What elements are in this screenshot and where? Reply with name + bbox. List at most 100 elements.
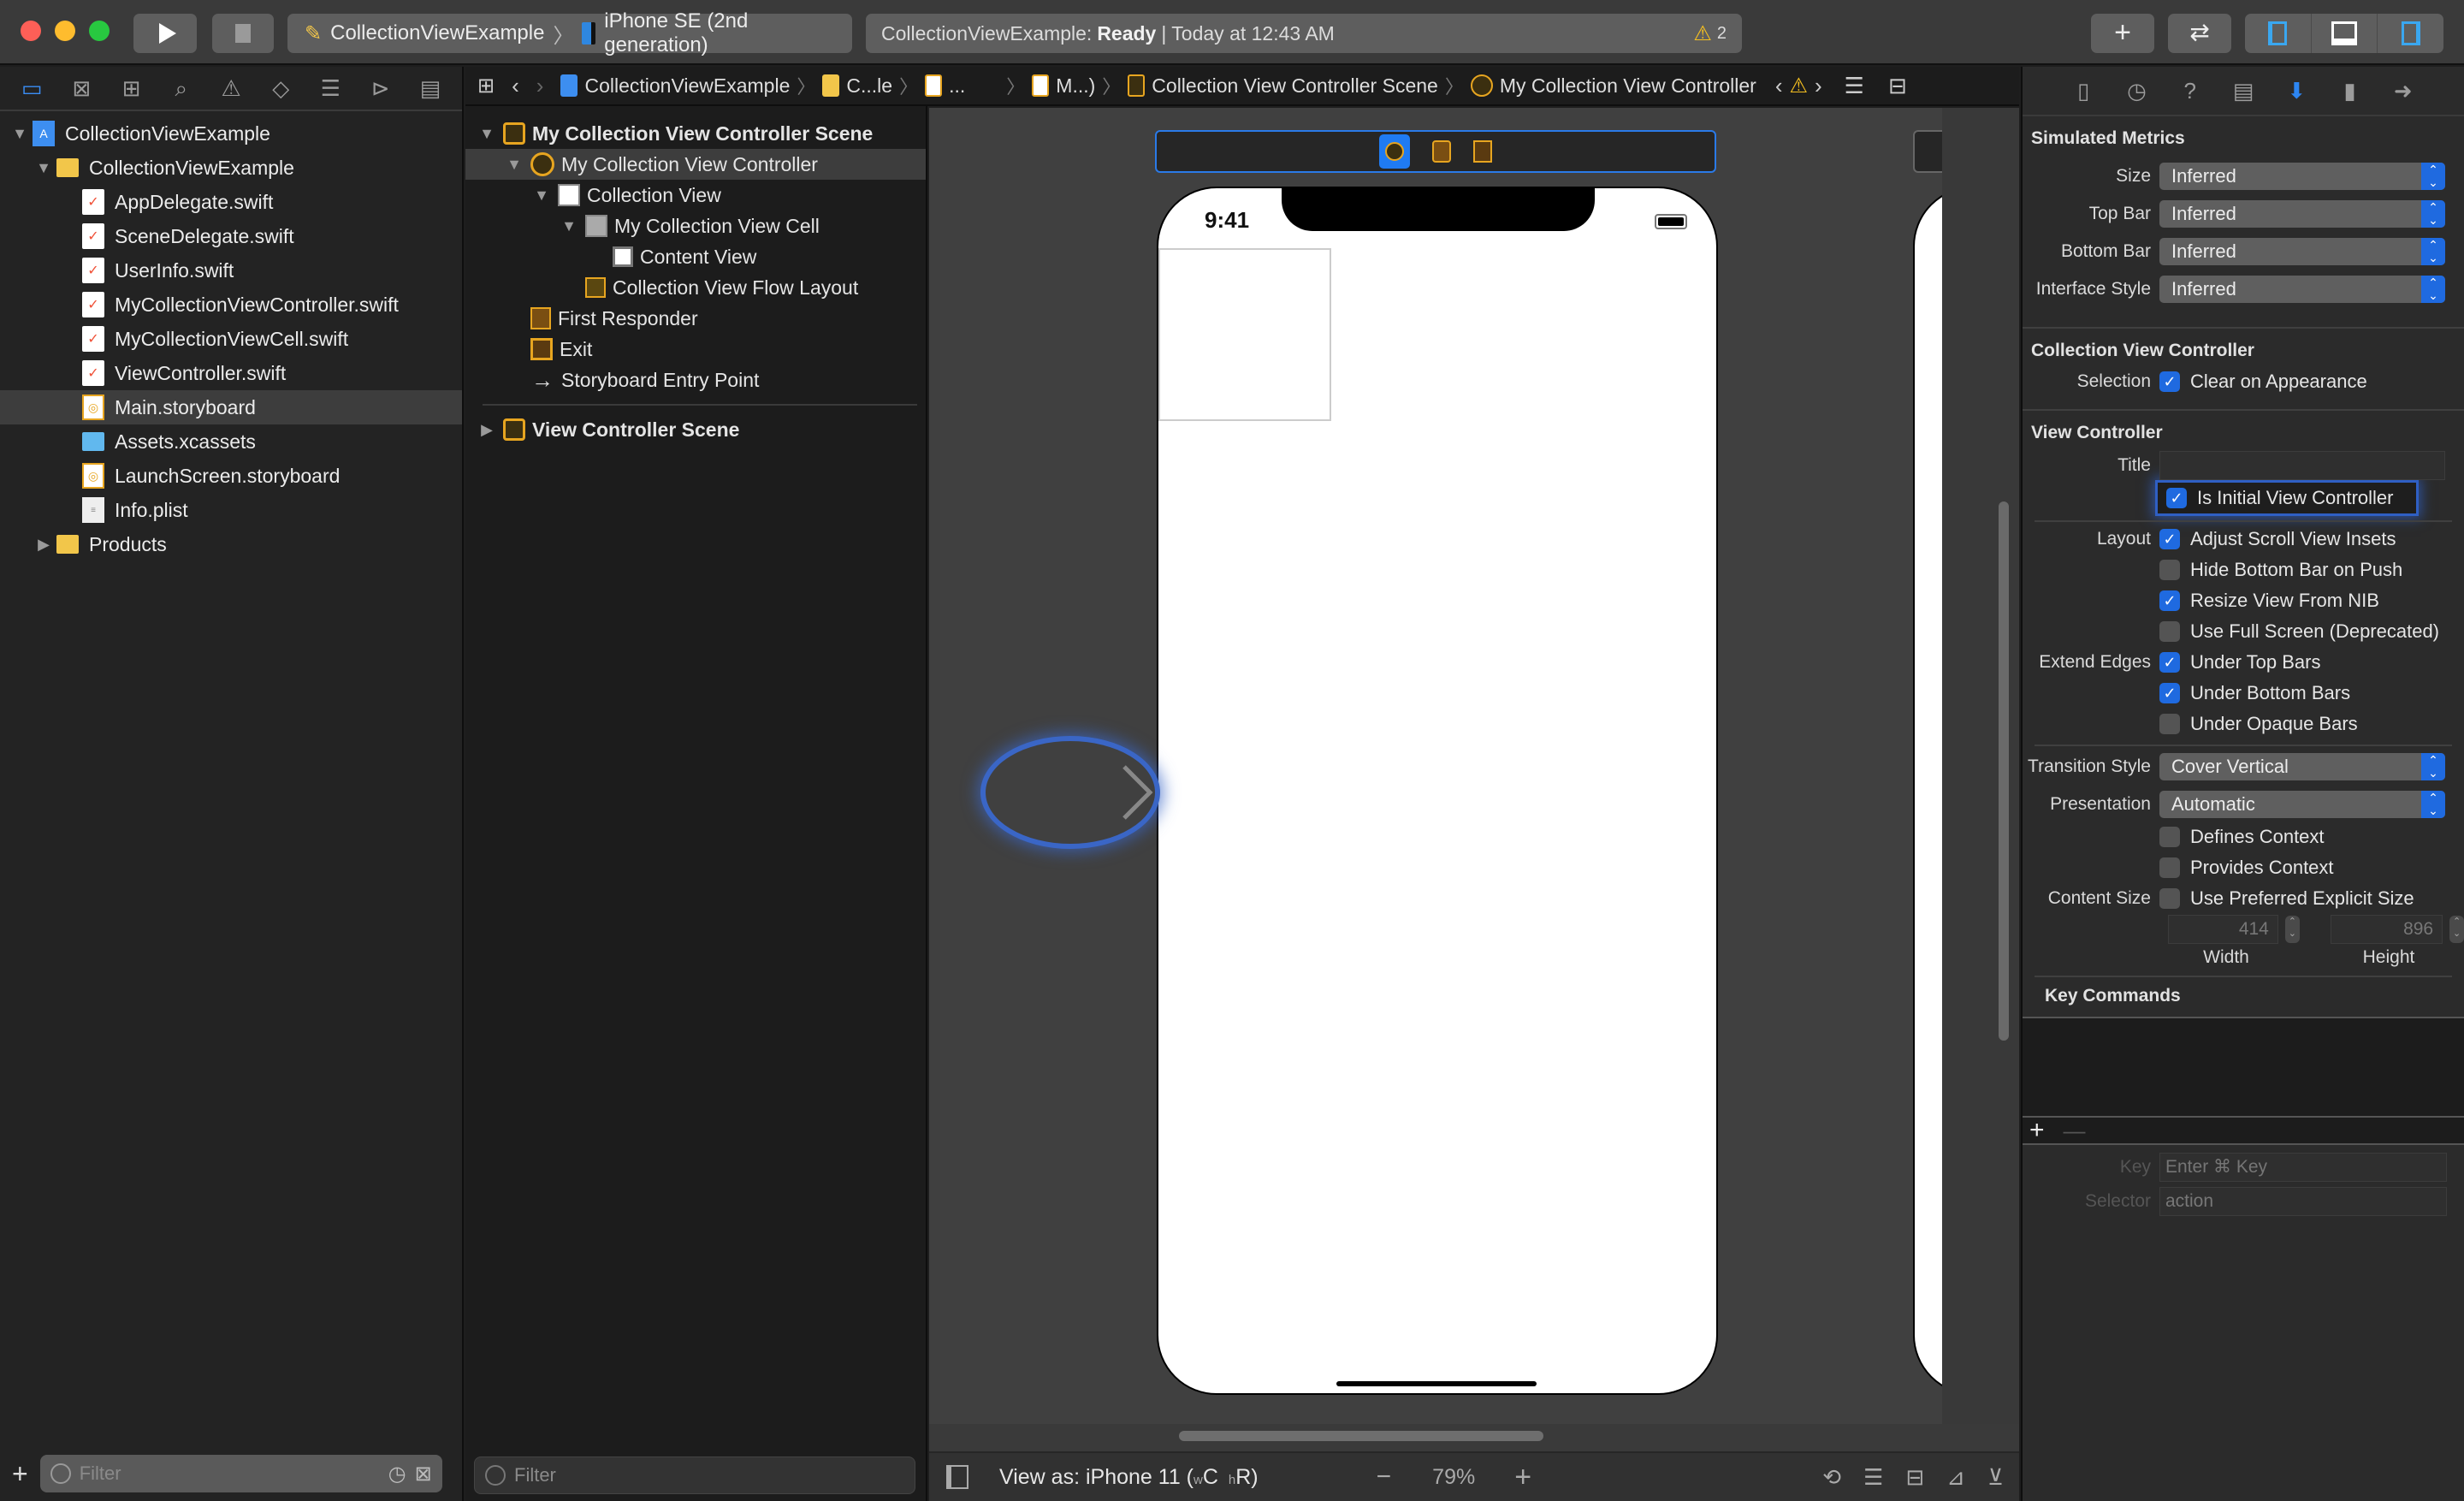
is-initial-vc-checkbox[interactable]: ✓ [2166, 488, 2187, 508]
key-field[interactable] [2159, 1153, 2447, 1182]
use-preferred-size-checkbox[interactable] [2159, 888, 2180, 909]
code-review-button[interactable]: ⇄ [2168, 14, 2231, 53]
run-button[interactable] [133, 14, 197, 53]
file-tree-item[interactable]: ◎ Main.storyboard [0, 390, 462, 424]
jumpbar-item-scene[interactable]: Collection View Controller Scene [1152, 74, 1438, 98]
width-field[interactable]: 414 [2168, 915, 2278, 944]
checkbox[interactable] [2159, 621, 2180, 642]
file-tree-item[interactable]: ≡ Info.plist [0, 493, 462, 527]
file-tree-item[interactable]: ✓ SceneDelegate.swift [0, 219, 462, 253]
collection-view-cell-prototype[interactable] [1158, 248, 1331, 421]
warning-icon[interactable]: ⚠ [1693, 21, 1712, 46]
outline-row[interactable]: Content View [465, 241, 926, 272]
attributes-inspector-icon[interactable]: ⬇ [2283, 78, 2309, 104]
iphone-scene-frame[interactable]: 9:41 [1157, 187, 1718, 1395]
size-inspector-icon[interactable]: ▮ [2337, 78, 2363, 104]
scheme-name[interactable]: CollectionViewExample [330, 21, 544, 45]
checkbox[interactable] [2159, 560, 2180, 580]
connections-inspector-icon[interactable]: ➜ [2390, 78, 2416, 104]
remove-key-command-icon[interactable]: — [2064, 1118, 2086, 1144]
transition-style-popup[interactable]: Cover Vertical ⌃ ⌄ [2159, 753, 2445, 780]
toggle-navigator-button[interactable] [2245, 14, 2312, 53]
zoom-window-button[interactable] [89, 21, 110, 41]
file-tree-item[interactable]: ✓ UserInfo.swift [0, 253, 462, 288]
disclosure-closed-icon[interactable]: ▶ [477, 421, 496, 439]
scheme-selector[interactable]: ✎ CollectionViewExample 〉 iPhone SE (2nd… [287, 9, 852, 56]
zoom-out-icon[interactable]: − [1377, 1462, 1392, 1492]
history-inspector-icon[interactable]: ◷ [2123, 78, 2149, 104]
outline-row[interactable]: First Responder [465, 303, 926, 334]
toggle-debug-area-button[interactable] [2312, 14, 2378, 53]
height-stepper[interactable]: ⌃ ⌄ [2449, 916, 2464, 943]
checkbox[interactable]: ✓ [2159, 529, 2180, 549]
outline-row[interactable]: ▼ My Collection View Controller Scene [465, 118, 926, 149]
forward-arrow-icon[interactable]: › [536, 73, 544, 99]
recent-files-icon[interactable]: ◷ [388, 1462, 406, 1486]
back-arrow-icon[interactable]: ‹ [512, 73, 519, 99]
file-tree-item[interactable]: ▼ A CollectionViewExample [0, 116, 462, 151]
navigator-filter-field[interactable]: Filter ◷ ⊠ [39, 1455, 442, 1492]
checkbox[interactable]: ✓ [2159, 590, 2180, 611]
device-name[interactable]: iPhone SE (2nd generation) [604, 9, 852, 57]
first-responder-dock-icon[interactable] [1432, 140, 1451, 163]
key-commands-table[interactable] [2023, 1017, 2464, 1118]
width-stepper[interactable]: ⌃ ⌄ [2284, 916, 2300, 943]
file-tree-item[interactable]: ✓ AppDelegate.swift [0, 185, 462, 219]
file-tree-item[interactable]: ✓ MyCollectionViewCell.swift [0, 322, 462, 356]
align-icon[interactable]: ⊟ [1905, 1464, 1924, 1491]
checkbox[interactable] [2159, 714, 2180, 734]
checkbox[interactable]: ✓ [2159, 683, 2180, 703]
identity-inspector-icon[interactable]: ▤ [2230, 78, 2256, 104]
quick-help-icon[interactable]: ? [2177, 78, 2203, 104]
stop-button[interactable] [212, 14, 274, 53]
hierarchy-icon[interactable]: ⊞ [119, 75, 145, 101]
outline-row[interactable]: ▼ My Collection View Cell [465, 211, 926, 241]
document-outline-icon[interactable]: ☰ [1845, 73, 1864, 99]
view-as-button[interactable]: View as: iPhone 11 (wC hR) [999, 1465, 1259, 1490]
collection-vc-dock-icon[interactable] [1379, 134, 1410, 169]
jumpbar-item-project[interactable]: CollectionViewExample [584, 74, 790, 98]
warning-count[interactable]: 2 [1717, 24, 1727, 44]
height-field[interactable]: 896 [2331, 915, 2443, 944]
file-tree-item[interactable]: ▼ CollectionViewExample [0, 151, 462, 185]
metric-popup[interactable]: Inferred ⌃ ⌄ [2159, 163, 2445, 190]
exit-dock-icon[interactable] [1473, 140, 1492, 163]
outline-row[interactable]: → Storyboard Entry Point [465, 365, 926, 395]
outline-row[interactable]: ▼ Collection View [465, 180, 926, 211]
storyboard-entry-point-arrow[interactable] [986, 741, 1155, 844]
resolve-issues-icon[interactable]: ⊻ [1987, 1464, 2004, 1491]
issue-warning-icon[interactable]: ⚠ [1789, 74, 1808, 98]
add-constraints-icon[interactable]: ⊿ [1946, 1464, 1965, 1491]
embed-in-stack-icon[interactable]: ☰ [1863, 1464, 1883, 1491]
library-button[interactable]: + [2091, 14, 2154, 53]
zoom-level[interactable]: 79% [1432, 1465, 1475, 1490]
breakpoint-tag-icon[interactable]: ⊳ [368, 75, 394, 101]
close-window-button[interactable] [21, 21, 41, 41]
metric-popup[interactable]: Inferred ⌃ ⌄ [2159, 200, 2445, 228]
outline-row[interactable]: Exit [465, 334, 926, 365]
disclosure-open-icon[interactable]: ▼ [532, 187, 551, 205]
outline-filter-field[interactable]: Filter [474, 1457, 915, 1494]
toggle-outline-icon[interactable] [946, 1465, 968, 1489]
file-tree-item[interactable]: ▶ Products [0, 527, 462, 561]
checkbox[interactable] [2159, 827, 2180, 847]
add-key-command-icon[interactable]: + [2029, 1116, 2045, 1145]
selector-field[interactable]: action [2159, 1187, 2447, 1216]
file-tree-item[interactable]: Assets.xcassets [0, 424, 462, 459]
metric-popup[interactable]: Inferred ⌃ ⌄ [2159, 238, 2445, 265]
presentation-popup[interactable]: Automatic ⌃ ⌄ [2159, 791, 2445, 818]
clear-on-appearance-checkbox[interactable]: ✓ [2159, 371, 2180, 392]
disclosure-open-icon[interactable]: ▼ [477, 125, 496, 143]
disclosure-open-icon[interactable]: ▼ [560, 217, 578, 235]
prev-issue-icon[interactable]: ‹ [1775, 73, 1783, 99]
is-initial-vc-row[interactable]: ✓ Is Initial View Controller [2158, 483, 2416, 513]
checkbox[interactable]: ✓ [2159, 652, 2180, 673]
report-bubble-icon[interactable]: ▤ [418, 75, 443, 101]
jumpbar-item-controller[interactable]: My Collection View Controller [1500, 74, 1756, 98]
jumpbar-item-base[interactable]: M...) [1056, 74, 1095, 98]
source-control-icon[interactable]: ⊠ [68, 75, 94, 101]
jumpbar-item-storyboard[interactable]: ... [949, 74, 965, 98]
disclosure-open-icon[interactable]: ▼ [10, 125, 29, 143]
jumpbar-item-folder[interactable]: C...le [846, 74, 892, 98]
horizontal-scrollbar[interactable] [1179, 1431, 1543, 1441]
